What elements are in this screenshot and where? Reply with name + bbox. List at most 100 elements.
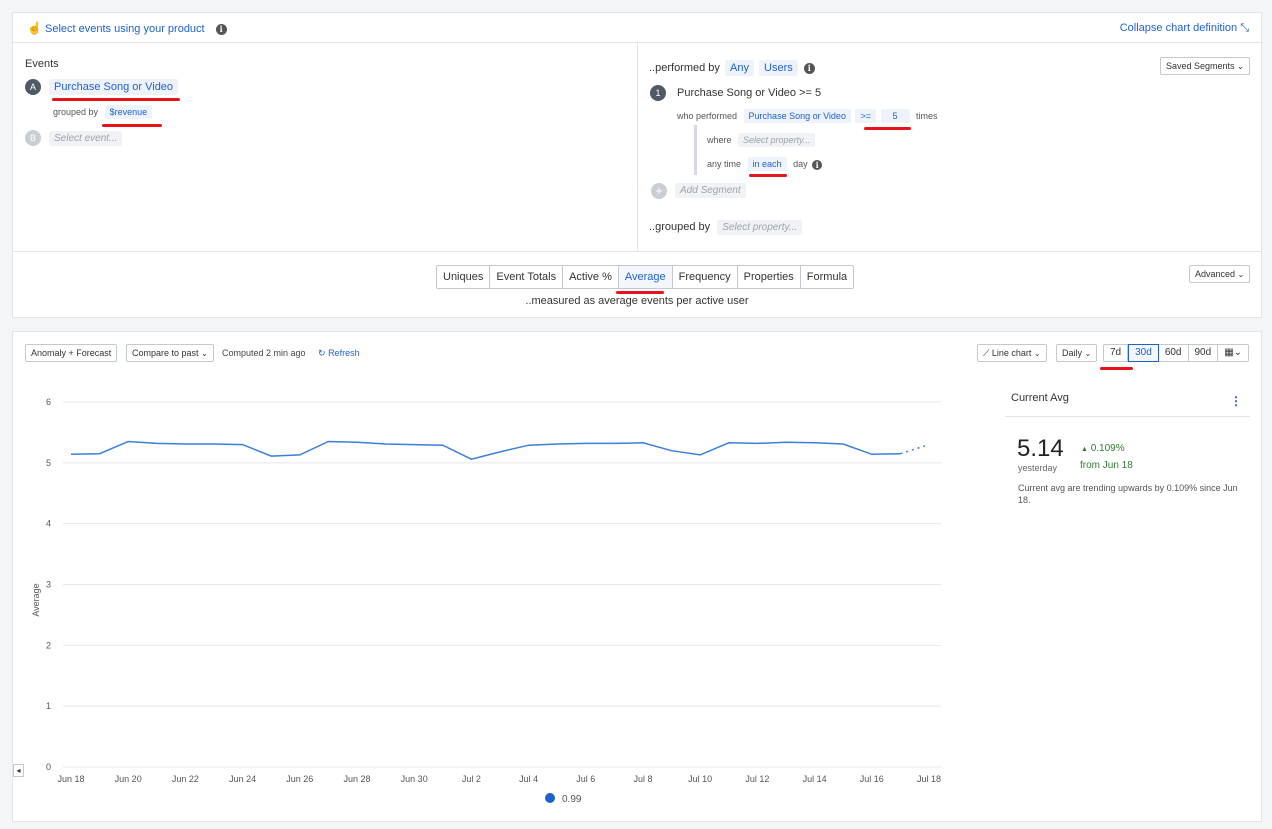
annotation-underline [864, 127, 911, 130]
chart-type-button[interactable]: ⟋ Line chart ⌄ [977, 344, 1047, 362]
compare-to-past-button[interactable]: Compare to past ⌄ [126, 344, 214, 362]
x-tick-label: Jun 20 [115, 774, 142, 784]
operator-selector[interactable]: >= [855, 109, 876, 123]
select-events-label: Select events using your product [45, 23, 205, 35]
segment-title[interactable]: Purchase Song or Video >= 5 [677, 87, 821, 99]
performed-by-row: ..performed by Any Users i [649, 60, 815, 76]
in-each-selector[interactable]: in each [747, 157, 787, 171]
tab-uniques[interactable]: Uniques [437, 266, 491, 288]
who-performed-row: who performed Purchase Song or Video >= … [677, 109, 938, 123]
saved-segments-label: Saved Segments [1166, 61, 1235, 71]
add-segment-button[interactable]: Add Segment [675, 183, 746, 198]
computed-status: Computed 2 min ago [222, 348, 306, 358]
tab-formula[interactable]: Formula [801, 266, 853, 288]
x-tick-label: Jul 16 [860, 774, 884, 784]
refresh-label: Refresh [328, 348, 360, 358]
segment-grouped-by-label: ..grouped by [649, 221, 711, 233]
y-tick-label: 1 [46, 701, 51, 711]
event-b-selector[interactable]: Select event... [49, 131, 123, 146]
chart-legend[interactable]: 0.99 [545, 793, 582, 805]
range-90d[interactable]: 90d [1189, 345, 1219, 361]
interval-label: Daily [1062, 348, 1083, 358]
chart-type-label: Line chart [991, 348, 1032, 358]
filter-bracket [694, 125, 697, 175]
segment-event-selector[interactable]: Purchase Song or Video [743, 109, 851, 123]
where-property-selector[interactable]: Select property... [738, 133, 816, 147]
change-percent: 0.109% [1090, 443, 1125, 454]
line-chart: 0 1 2 3 4 5 6 Jun 18 Jun 20 Jun 22 Jun 24 Jun 26 Ju… [31, 397, 941, 805]
count-input[interactable]: 5 [880, 109, 910, 123]
date-range-selector: 7d 30d 60d 90d ▦⌄ [1103, 344, 1250, 362]
range-60d[interactable]: 60d [1159, 345, 1189, 361]
advanced-button[interactable]: Advanced ⌄ [1189, 265, 1251, 283]
any-selector[interactable]: Any [724, 60, 754, 76]
chevron-down-icon: ⌄ [201, 349, 208, 358]
times-label: times [916, 111, 938, 121]
info-icon[interactable]: i [803, 62, 815, 74]
chevron-down-icon: ⌄ [1237, 270, 1245, 279]
calendar-icon[interactable]: ▦⌄ [1218, 345, 1248, 361]
grouped-by-property[interactable]: $revenue [104, 105, 153, 119]
annotation-underline [749, 174, 787, 177]
collapse-sidebar-toggle[interactable]: ◂ [13, 764, 24, 777]
current-avg-title: Current Avg [1011, 392, 1069, 404]
add-segment-label: Add Segment [675, 183, 746, 198]
y-tick-label: 6 [46, 397, 51, 407]
chevron-down-icon: ⌄ [1033, 349, 1041, 358]
where-row: where Select property... [707, 133, 816, 147]
tab-properties[interactable]: Properties [738, 266, 801, 288]
anytime-label: any time [707, 159, 742, 169]
saved-segments-button[interactable]: Saved Segments ⌄ [1160, 57, 1250, 75]
x-tick-label: Jun 22 [172, 774, 199, 784]
info-icon[interactable]: i [215, 23, 227, 35]
x-tick-label: Jul 12 [745, 774, 769, 784]
where-label: where [707, 135, 732, 145]
series-line[interactable] [70, 440, 901, 460]
y-axis-label: Average [31, 583, 41, 616]
info-icon[interactable]: i [812, 159, 823, 170]
select-events-header[interactable]: ☝ Select events using your product i [27, 21, 227, 35]
segment-groupby-row: ..grouped by Select property... [649, 220, 803, 235]
column-divider [637, 42, 638, 251]
tab-frequency[interactable]: Frequency [673, 266, 738, 288]
segment-groupby-selector[interactable]: Select property... [717, 220, 803, 235]
grouped-by-label: grouped by [53, 107, 99, 117]
kebab-menu-icon[interactable]: ⋮ [1230, 394, 1242, 408]
y-tick-label: 0 [46, 762, 51, 772]
x-tick-label: Jun 24 [229, 774, 256, 784]
measure-tabs: Uniques Event Totals Active % Average Fr… [436, 265, 855, 289]
users-selector[interactable]: Users [759, 60, 798, 76]
refresh-button[interactable]: ↻ Refresh [318, 348, 360, 359]
collapse-icon: ⤡ [1240, 22, 1249, 34]
tab-average[interactable]: Average [618, 266, 673, 288]
legend-label: 0.99 [562, 794, 582, 805]
interval-button[interactable]: Daily ⌄ [1056, 344, 1098, 362]
chart-panel: Anomaly + Forecast Compare to past ⌄ Com… [12, 331, 1262, 822]
y-tick-label: 2 [46, 640, 51, 650]
event-a-name: Purchase Song or Video [49, 79, 179, 95]
x-tick-label: Jun 18 [57, 774, 84, 784]
event-b-badge: B [25, 130, 41, 146]
range-7d[interactable]: 7d [1104, 345, 1129, 361]
event-a-groupby: grouped by $revenue [53, 105, 153, 119]
measure-divider [13, 251, 1261, 252]
collapse-chart-definition[interactable]: Collapse chart definition ⤡ [1120, 22, 1249, 35]
event-a-selector[interactable]: Purchase Song or Video [49, 79, 179, 95]
range-30d[interactable]: 30d [1128, 344, 1159, 362]
x-tick-label: Jul 4 [519, 774, 538, 784]
refresh-icon: ↻ [318, 348, 326, 358]
tab-event-totals[interactable]: Event Totals [490, 266, 564, 288]
event-a-badge: A [25, 79, 41, 95]
anytime-row: any time in each day i [707, 157, 823, 171]
day-label: day [793, 159, 808, 169]
y-tick-label: 3 [46, 580, 51, 590]
change-from: from Jun 18 [1080, 460, 1133, 471]
add-segment-icon[interactable]: + [651, 183, 667, 199]
annotation-underline [52, 98, 180, 101]
tab-active-percent[interactable]: Active % [563, 266, 619, 288]
current-avg-subtext: yesterday [1018, 463, 1058, 473]
x-tick-label: Jul 14 [803, 774, 827, 784]
x-tick-label: Jul 18 [917, 774, 941, 784]
events-title: Events [25, 58, 59, 70]
anomaly-forecast-button[interactable]: Anomaly + Forecast [25, 344, 118, 362]
